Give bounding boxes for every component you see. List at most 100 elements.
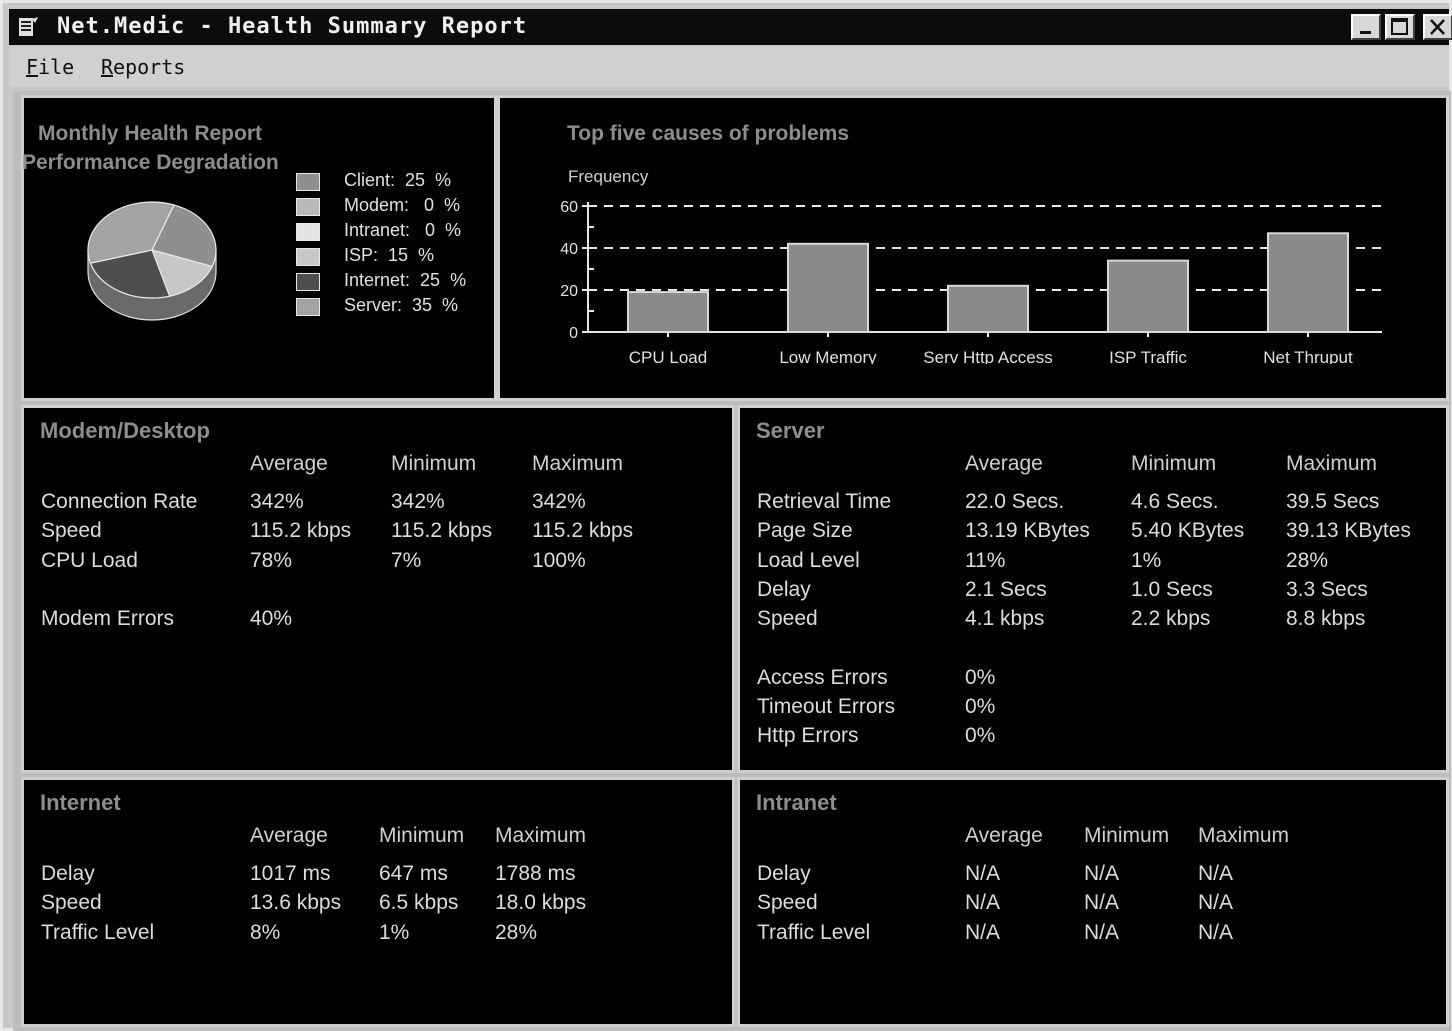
table-cell: 13.19 KBytes [965,519,1090,543]
table-cell: 1% [1131,548,1162,572]
column-header: Minimum [391,452,477,475]
table-cell: N/A [965,920,1001,944]
server-panel: Server Average Minimum Maximum Retrieval Ti… [737,405,1449,773]
table-cell: 115.2 kbps [250,519,352,543]
row-label: Load Level [757,548,860,572]
row-label: Traffic Level [757,920,871,944]
title-bar[interactable]: Net.Medic - Health Summary Report [9,9,1452,45]
minimize-button[interactable] [1351,14,1381,40]
close-icon [1430,19,1445,35]
row-label: Delay [41,862,95,885]
table-cell: 13.6 kbps [250,891,342,915]
report-content: Monthly Health Report Performance Degrad… [13,91,1451,1031]
column-header: Minimum [379,824,465,847]
menu-bar: File Reports [9,47,1449,87]
bar-isp-traffic [1107,259,1189,333]
column-header: Maximum [1286,452,1378,475]
menu-reports-label: eports [113,55,186,79]
error-value: 40% [250,607,293,631]
legend-swatch [296,273,320,291]
table-cell: N/A [965,862,1001,885]
column-header: Maximum [1198,824,1290,847]
health-report-title: Monthly Health Report [38,122,262,145]
bar-cpu-load [627,291,709,334]
table-cell: 28% [495,920,538,944]
table-cell: 22.0 Secs. [965,490,1065,513]
table-cell: 342% [532,490,586,513]
row-label: Page Size [757,519,853,543]
column-header: Average [965,452,1043,475]
table-cell: N/A [1198,862,1234,885]
table-cell: 647 ms [379,862,448,885]
y-tick-label: 20 [560,283,578,300]
y-tick-label: 60 [560,199,578,216]
health-report-panel: Monthly Health Report Performance Degrad… [21,95,497,401]
error-label: Modem Errors [41,607,175,631]
x-tick-label: Net Thruput [1263,348,1353,364]
legend-label: Modem: 0 % [344,195,461,215]
row-label: Speed [41,891,102,915]
row-label: Speed [757,607,818,631]
bar-serv-http-access [947,284,1029,334]
table-cell: 5.40 KBytes [1131,519,1245,543]
row-label: Connection Rate [41,490,198,513]
bar-chart: Frequency 0 20 40 60 CPU Load Low Memory Serv H… [560,167,1382,364]
column-header: Minimum [1084,824,1170,847]
table-cell: 115.2 kbps [391,519,493,543]
modem-desktop-title: Modem/Desktop [40,418,210,443]
row-label: CPU Load [41,548,138,572]
y-tick-label: 0 [569,325,578,342]
top-causes-panel: Top five causes of problems Frequency 0 20… [497,95,1449,401]
maximize-button[interactable] [1385,14,1415,40]
row-label: Speed [41,519,102,543]
y-axis-label: Frequency [568,167,649,186]
legend-swatch [296,198,320,216]
x-tick-label: Low Memory [779,348,877,364]
legend-swatch [296,248,320,266]
table-cell: 4.6 Secs. [1131,490,1219,513]
minimize-icon [1360,31,1371,34]
app-window: Net.Medic - Health Summary Report File R… [0,0,1452,1031]
table-cell: 6.5 kbps [379,891,459,915]
close-button[interactable] [1423,14,1452,40]
internet-title: Internet [40,790,121,815]
error-label: Access Errors [757,665,888,689]
table-cell: 39.13 KBytes [1286,519,1411,543]
table-cell: N/A [1084,891,1120,915]
column-header: Average [250,452,328,475]
legend-label: Internet: 25 % [344,270,467,290]
error-label: Timeout Errors [757,695,896,719]
menu-file-label: ile [38,55,75,79]
column-header: Average [250,824,328,847]
top-causes-title: Top five causes of problems [567,122,850,145]
x-tick-label: ISP Traffic [1109,348,1187,364]
table-cell: 2.2 kbps [1131,607,1211,631]
row-label: Delay [757,577,811,601]
intranet-title: Intranet [756,790,837,815]
table-cell: 342% [391,490,445,513]
table-cell: 8% [250,920,281,944]
table-cell: 8.8 kbps [1286,607,1366,631]
table-cell: N/A [965,891,1001,915]
error-value: 0% [965,665,996,689]
legend-label: ISP: 15 % [344,245,435,265]
table-cell: 78% [250,548,293,572]
legend-label: Intranet: 0 % [344,220,462,240]
table-cell: N/A [1198,920,1234,944]
y-tick-label: 40 [560,241,578,258]
pie-chart [87,201,217,321]
bar-net-thruput [1267,232,1349,333]
menu-reports[interactable]: Reports [101,55,185,79]
maximize-icon [1391,18,1408,35]
table-cell: 28% [1286,548,1329,572]
legend-swatch [296,223,320,241]
window-title: Net.Medic - Health Summary Report [57,14,528,39]
table-cell: 1.0 Secs [1131,577,1213,601]
table-cell: N/A [1198,891,1234,915]
modem-desktop-panel: Modem/Desktop Average Minimum Maximum Conne… [21,405,735,773]
app-icon [19,17,38,36]
menu-file-mnemonic: F [26,55,39,79]
column-header: Average [965,824,1043,847]
menu-file[interactable]: File [26,55,74,79]
x-tick-label: Serv Http Access [923,348,1052,364]
